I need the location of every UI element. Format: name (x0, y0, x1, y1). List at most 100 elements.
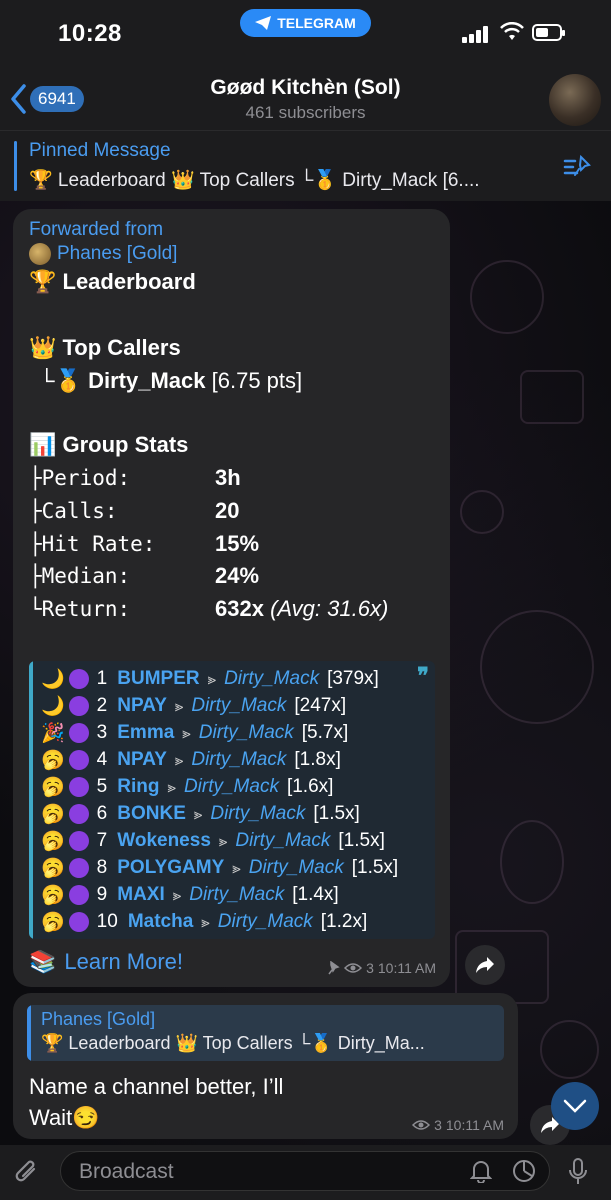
stat-value: 632x (215, 596, 264, 621)
chevron-down-icon (563, 1099, 587, 1113)
token-link[interactable]: BUMPER (117, 668, 199, 690)
multiplier: [1.5x] (338, 830, 385, 851)
token-link[interactable]: Emma (117, 722, 174, 744)
share-arrow-icon (476, 957, 494, 973)
token-link[interactable]: Ring (117, 776, 159, 798)
pinned-indicator (14, 141, 17, 191)
rank-emoji: 🌙 (41, 669, 65, 690)
message-line: Name a channel better, I’ll (29, 1074, 284, 1099)
paperclip-icon[interactable] (14, 1157, 40, 1187)
stat-value: 3h (215, 465, 241, 490)
caller-link[interactable]: Dirty_Mack (191, 749, 286, 771)
leader-row: 🥱 4 NPAY ⪢ Dirty_Mack [1.8x] (41, 748, 341, 772)
telegram-banner[interactable]: TELEGRAM (240, 9, 371, 37)
quote-icon: ❞ (417, 663, 429, 688)
pinned-text: 🏆 Leaderboard 👑 Top Callers └🥇 Dirty_Mac… (29, 170, 480, 191)
bell-icon[interactable] (470, 1159, 492, 1183)
stat-row: ├Calls: 20 (29, 498, 239, 524)
top-caller-prefix: └🥇 (39, 368, 82, 393)
caller-link[interactable]: Dirty_Mack (210, 803, 305, 825)
rank-emoji: 🥱 (41, 831, 65, 852)
stat-value: 20 (215, 498, 240, 523)
separator: ⪢ (201, 913, 210, 931)
chat-header: Gøød Kitchèn (Sol) 461 subscribers 6941 (0, 70, 611, 130)
caller-link[interactable]: Dirty_Mack (189, 884, 284, 906)
source-avatar (29, 243, 51, 265)
stat-row: ├Hit Rate: 15% (29, 531, 259, 557)
token-link[interactable]: MAXI (117, 884, 165, 906)
reply-text: 🏆 Leaderboard 👑 Top Callers └🥇 Dirty_Ma.… (41, 1033, 425, 1053)
banner-label: TELEGRAM (277, 15, 356, 31)
message-time: 10:11 AM (445, 1117, 504, 1133)
top-caller-entry: └🥇 Dirty_Mack [6.75 pts] (39, 368, 302, 394)
caller-link[interactable]: Dirty_Mack (184, 776, 279, 798)
message-meta: 3 10:11 AM (412, 1117, 504, 1133)
multiplier: [1.8x] (294, 749, 341, 770)
signal-icon (462, 25, 492, 43)
unread-badge: 6941 (30, 86, 84, 112)
message-bubble[interactable]: Forwarded from Phanes [Gold] 🏆 Leaderboa… (13, 209, 450, 987)
top-callers-heading: 👑 Top Callers (29, 335, 181, 360)
separator: ⪢ (218, 832, 228, 850)
channel-title[interactable]: Gøød Kitchèn (Sol) (0, 76, 611, 100)
channel-avatar[interactable] (549, 74, 601, 126)
separator: ⪢ (172, 886, 182, 904)
rank-number: 1 (96, 668, 108, 689)
share-button[interactable] (465, 945, 505, 985)
caller-link[interactable]: Dirty_Mack (191, 695, 286, 717)
pinned-label: Pinned Message (29, 140, 171, 161)
chevron-left-icon (11, 84, 26, 114)
purple-dot-icon (68, 777, 89, 797)
token-link[interactable]: BONKE (117, 803, 186, 825)
reply-indicator (27, 1005, 31, 1061)
purple-dot-icon (68, 804, 89, 824)
purple-dot-icon (68, 723, 89, 743)
stat-value: 24% (215, 563, 260, 588)
token-link[interactable]: NPAY (117, 749, 167, 771)
stat-value: 15% (215, 531, 260, 556)
scroll-down-button[interactable] (551, 1082, 599, 1130)
view-count: 3 (434, 1117, 442, 1133)
token-link[interactable]: POLYGAMY (117, 857, 224, 879)
eye-icon (344, 963, 363, 973)
token-link[interactable]: Wokeness (117, 830, 211, 852)
message-time: 10:11 AM (377, 960, 436, 976)
timer-icon[interactable] (512, 1159, 536, 1183)
learn-more-link[interactable]: 📚 Learn More! (29, 949, 183, 975)
back-button[interactable]: 6941 (10, 84, 84, 114)
pin-list-icon[interactable] (563, 153, 593, 181)
rank-emoji: 🌙 (41, 696, 65, 717)
stat-key: ├Median: (29, 564, 131, 588)
rank-emoji: 🥱 (41, 804, 65, 825)
purple-dot-icon (68, 831, 89, 851)
purple-dot-icon (68, 696, 89, 716)
microphone-icon[interactable] (567, 1157, 589, 1187)
separator: ⪢ (174, 751, 184, 769)
token-link[interactable]: Matcha (128, 911, 193, 933)
source-name: Phanes [Gold] (57, 243, 178, 264)
caller-link[interactable]: Dirty_Mack (199, 722, 294, 744)
multiplier: [1.4x] (292, 884, 339, 905)
leaderboard-quote: ❞ 🌙 1 BUMPER ⪢ Dirty_Mack [379x] 🌙 2 NPAY ⪢ Dirty_… (29, 661, 435, 939)
stat-row: ├Median: 24% (29, 563, 259, 589)
stat-row: └Return: 632x (Avg: 31.6x) (29, 596, 388, 622)
pinned-message-bar[interactable]: Pinned Message 🏆 Leaderboard 👑 Top Calle… (0, 130, 611, 201)
rank-emoji: 🥱 (41, 858, 65, 879)
quote-bar (29, 661, 33, 939)
reply-preview[interactable]: Phanes [Gold] 🏆 Leaderboard 👑 Top Caller… (27, 1005, 504, 1061)
caller-link[interactable]: Dirty_Mack (235, 830, 330, 852)
purple-dot-icon (68, 912, 89, 932)
leader-row: 🌙 1 BUMPER ⪢ Dirty_Mack [379x] (41, 667, 379, 691)
caller-link[interactable]: Dirty_Mack (218, 911, 313, 933)
status-bar: 10:28 TELEGRAM (0, 0, 611, 70)
forwarded-source[interactable]: Phanes [Gold] (29, 243, 177, 265)
learn-more-label: Learn More! (64, 949, 184, 974)
caller-link[interactable]: Dirty_Mack (224, 668, 319, 690)
message-bubble[interactable]: Phanes [Gold] 🏆 Leaderboard 👑 Top Caller… (13, 993, 518, 1139)
stat-key: ├Calls: (29, 499, 118, 523)
token-link[interactable]: NPAY (117, 695, 167, 717)
leader-row: 🥱 7 Wokeness ⪢ Dirty_Mack [1.5x] (41, 829, 385, 853)
stat-extra: (Avg: 31.6x) (270, 596, 389, 621)
reply-author: Phanes [Gold] (41, 1009, 156, 1029)
caller-link[interactable]: Dirty_Mack (249, 857, 344, 879)
